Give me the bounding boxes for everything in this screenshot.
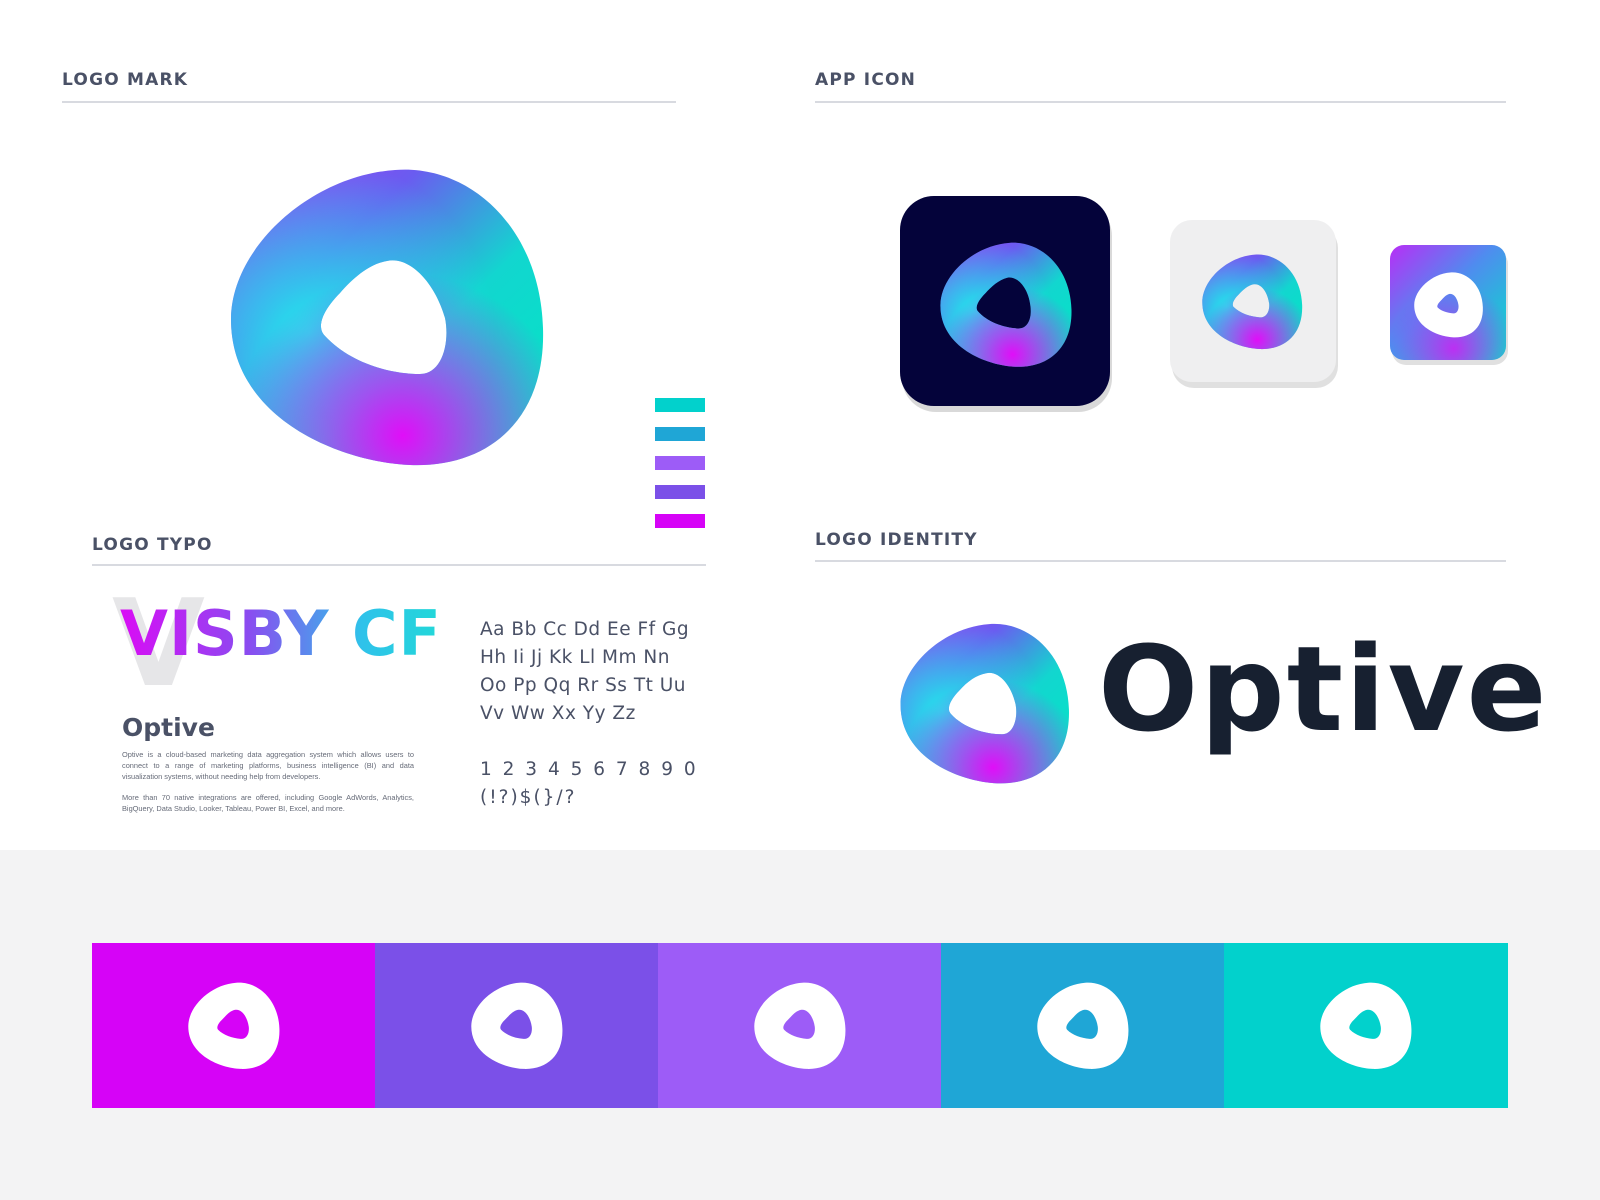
ring-mark-icon	[1319, 982, 1411, 1069]
palette-tile	[1224, 943, 1508, 1108]
ring-mark-icon	[187, 982, 279, 1069]
app-icon-dark-icon	[900, 196, 1112, 412]
symbols-line: (!?)$(}/?	[480, 787, 577, 808]
ring-mark-icon	[470, 982, 562, 1069]
numerals-line: 1 2 3 4 5 6 7 8 9 0	[480, 759, 699, 780]
logo-identity-rule	[815, 560, 1506, 562]
palette-tile	[375, 943, 659, 1108]
logo-mark-heading: LOGO MARK	[62, 70, 189, 90]
alphabet-line-2: Hh Ii Jj Kk Ll Mm Nn	[480, 647, 670, 668]
palette-tile	[941, 943, 1225, 1108]
logo-typo-heading: LOGO TYPO	[92, 535, 213, 555]
alphabet-line-4: Vv Ww Xx Yy Zz	[480, 703, 636, 724]
typo-paragraph-2: More than 70 native integrations are off…	[122, 793, 414, 813]
app-icon-rule	[815, 101, 1506, 103]
identity-logo-icon	[900, 623, 1069, 784]
swatch-bar-blue	[655, 427, 705, 441]
palette-tile	[92, 943, 376, 1108]
app-icon-gradient-icon	[1390, 245, 1508, 365]
optive-ring-logo-icon	[230, 169, 544, 466]
logo-mark-rule	[62, 101, 676, 103]
app-icon-heading: APP ICON	[815, 70, 917, 90]
logo-typo-rule	[92, 564, 706, 566]
swatch-bar-magenta	[655, 514, 705, 528]
identity-wordmark: Optive	[1098, 620, 1549, 758]
app-icon-light-icon	[1170, 220, 1338, 388]
swatch-bar-lilac	[655, 456, 705, 470]
alphabet-line-3: Oo Pp Qq Rr Ss Tt Uu	[480, 675, 687, 696]
typo-brand-name: Optive	[122, 713, 215, 742]
alphabet-line-1: Aa Bb Cc Dd Ee Ff Gg	[480, 619, 690, 640]
ring-mark-icon	[1036, 982, 1128, 1069]
swatch-bar-violet	[655, 485, 705, 499]
swatch-bar-teal	[655, 398, 705, 412]
font-name-title: VISBY CF	[120, 597, 442, 670]
typo-paragraph-1: Optive is a cloud-based marketing data a…	[122, 750, 414, 781]
ring-mark-icon	[753, 982, 845, 1069]
palette-tile	[658, 943, 942, 1108]
logo-identity-heading: LOGO IDENTITY	[815, 530, 978, 550]
